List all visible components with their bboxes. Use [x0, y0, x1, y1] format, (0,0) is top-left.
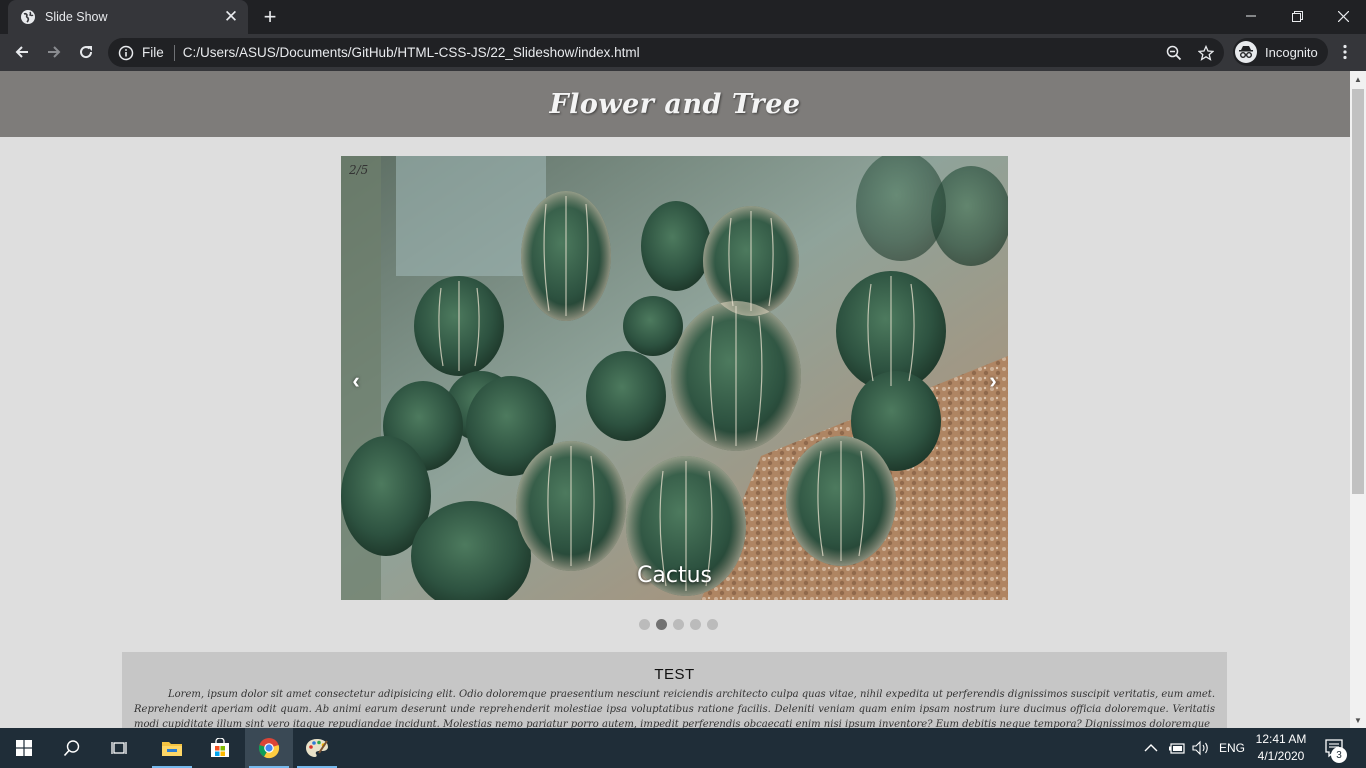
forward-button[interactable]	[40, 38, 68, 66]
page-viewport: Flower and Tree 2/5 ‹ › Cactus TEST Lore…	[0, 71, 1350, 728]
browser-menu-button[interactable]	[1332, 38, 1358, 66]
chevron-up-icon	[1144, 744, 1158, 752]
browser-titlebar: Slide Show ✕ +	[0, 0, 1366, 34]
browser-tab[interactable]: Slide Show ✕	[8, 0, 248, 34]
more-vert-icon	[1343, 44, 1347, 60]
tab-title: Slide Show	[45, 10, 108, 24]
close-window-button[interactable]	[1320, 0, 1366, 32]
speaker-icon	[1192, 740, 1208, 756]
page-title: Flower and Tree	[549, 88, 801, 120]
windows-logo-icon	[16, 740, 32, 756]
bookmark-button[interactable]	[1192, 39, 1220, 67]
paint-taskbar-button[interactable]	[293, 728, 341, 768]
slide-caption: Cactus	[637, 563, 712, 588]
store-bag-icon	[211, 738, 229, 757]
incognito-label: Incognito	[1265, 44, 1318, 60]
zoom-out-icon	[1166, 45, 1182, 60]
minimize-button[interactable]	[1228, 0, 1274, 32]
new-tab-button[interactable]: +	[257, 4, 283, 29]
file-explorer-button[interactable]	[148, 728, 196, 768]
chrome-taskbar-button[interactable]	[245, 728, 293, 768]
start-button[interactable]	[0, 728, 48, 768]
slide-dot-3[interactable]	[672, 619, 684, 630]
slide-dot-2[interactable]	[655, 619, 667, 630]
back-button[interactable]	[8, 38, 36, 66]
slide-dot-5[interactable]	[706, 619, 718, 630]
cactus-image	[341, 156, 1008, 600]
language-indicator[interactable]: ENG	[1219, 728, 1245, 768]
text-section: TEST Lorem, ipsum dolor sit amet consect…	[122, 652, 1227, 728]
incognito-badge[interactable]: Incognito	[1233, 38, 1328, 66]
star-icon	[1198, 44, 1214, 61]
minimize-icon	[1246, 15, 1256, 17]
url-scheme-label: File	[142, 45, 164, 60]
next-slide-button[interactable]: ›	[980, 368, 1006, 394]
reload-icon	[80, 46, 93, 59]
search-icon	[63, 740, 80, 757]
incognito-icon	[1235, 41, 1257, 63]
restore-icon	[1291, 10, 1303, 22]
windows-taskbar: ENG 12:41 AM 4/1/2020 3	[0, 728, 1366, 768]
slideshow: 2/5 ‹ › Cactus	[341, 156, 1008, 600]
zoom-button[interactable]	[1160, 39, 1188, 67]
arrow-left-icon	[15, 46, 28, 58]
battery-icon	[1169, 743, 1185, 754]
folder-icon	[162, 742, 182, 756]
page-scrollbar[interactable]: ▲ ▼	[1350, 71, 1366, 728]
store-button[interactable]	[196, 728, 244, 768]
palette-icon	[306, 739, 328, 757]
restore-button[interactable]	[1274, 0, 1320, 32]
search-button[interactable]	[48, 728, 96, 768]
notification-count-badge: 3	[1331, 747, 1347, 763]
close-icon	[1337, 10, 1349, 22]
prev-slide-button[interactable]: ‹	[343, 368, 369, 394]
globe-icon	[21, 10, 35, 24]
page-header: Flower and Tree	[0, 71, 1350, 137]
clock[interactable]: 12:41 AM 4/1/2020	[1248, 731, 1314, 765]
scroll-up-icon[interactable]: ▲	[1350, 71, 1366, 87]
slide-dot-4[interactable]	[689, 619, 701, 630]
info-icon[interactable]	[118, 45, 134, 61]
browser-toolbar: File C:/Users/ASUS/Documents/GitHub/HTML…	[0, 34, 1366, 71]
arrow-right-icon	[48, 46, 61, 58]
scrollbar-thumb[interactable]	[1352, 89, 1364, 494]
address-bar[interactable]: File C:/Users/ASUS/Documents/GitHub/HTML…	[108, 38, 1224, 67]
tray-chevron-button[interactable]	[1144, 728, 1158, 768]
volume-button[interactable]	[1192, 728, 1210, 768]
url-text[interactable]: C:/Users/ASUS/Documents/GitHub/HTML-CSS-…	[183, 45, 1160, 60]
task-view-button[interactable]	[96, 728, 144, 768]
slide-counter: 2/5	[349, 163, 369, 177]
slide-dot-1[interactable]	[638, 619, 650, 630]
omnibox-divider	[173, 44, 175, 61]
chrome-icon	[258, 738, 280, 759]
reload-button[interactable]	[72, 38, 100, 66]
text-section-body: Lorem, ipsum dolor sit amet consectetur …	[134, 689, 1215, 728]
scroll-down-icon[interactable]: ▼	[1350, 712, 1366, 728]
text-section-title: TEST	[654, 666, 695, 683]
task-view-icon	[111, 742, 127, 754]
slide-dots	[0, 619, 1350, 630]
clock-date: 4/1/2020	[1257, 749, 1305, 763]
battery-button[interactable]	[1168, 728, 1186, 768]
close-tab-icon[interactable]: ✕	[220, 6, 242, 28]
clock-time: 12:41 AM	[1255, 732, 1307, 746]
